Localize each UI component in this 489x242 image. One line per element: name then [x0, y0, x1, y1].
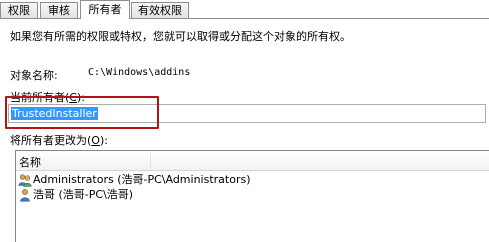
object-name-value: C:\Windows\addins: [88, 67, 191, 78]
list-item-label: Administrators (浩哥-PC\Administrators): [33, 173, 251, 186]
tab-owner[interactable]: 所有者: [80, 0, 130, 19]
column-header-name[interactable]: 名称: [19, 154, 41, 170]
description-text: 如果您有所需的权限或特权，您就可以取得或分配这个对象的所有权。: [10, 30, 351, 43]
highlight-annotation: [5, 96, 159, 129]
list-item[interactable]: 浩哥 (浩哥-PC\浩哥): [16, 187, 489, 203]
list-item[interactable]: Administrators (浩哥-PC\Administrators): [16, 172, 489, 188]
column-separator[interactable]: [150, 153, 151, 168]
object-name-label: 对象名称:: [10, 69, 58, 82]
change-owner-label: 将所有者更改为(O):: [10, 134, 108, 147]
tab-permissions[interactable]: 权限: [0, 2, 38, 18]
tab-auditing[interactable]: 审核: [40, 2, 78, 18]
tab-effective-permissions[interactable]: 有效权限: [131, 2, 189, 18]
user-icon: [20, 189, 30, 202]
group-users-icon: [18, 174, 32, 187]
list-item-label: 浩哥 (浩哥-PC\浩哥): [33, 188, 134, 201]
tab-strip: 权限 审核 所有者 有效权限: [0, 0, 489, 19]
owner-list[interactable]: 名称 Administrators (浩哥-PC\Administrators)…: [15, 150, 489, 242]
list-header: 名称: [16, 151, 489, 171]
change-owner-accesskey: O: [91, 134, 100, 147]
